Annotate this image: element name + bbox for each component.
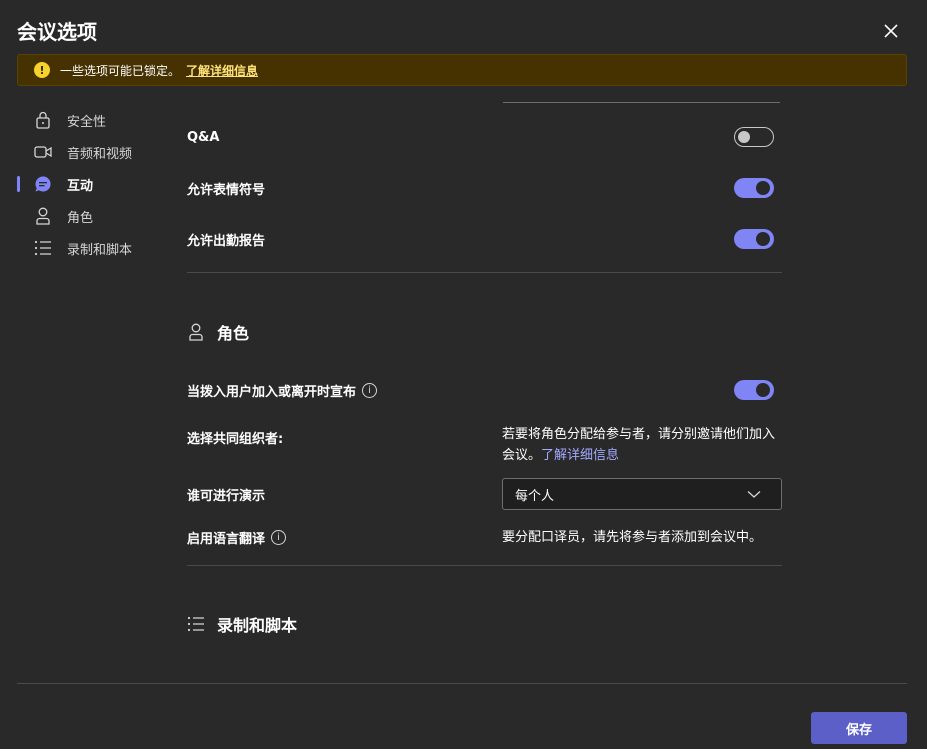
recording-section-heading: 录制和脚本	[187, 612, 297, 636]
sidebar-item-label: 安全性	[67, 114, 107, 130]
sidebar-item-label: 角色	[67, 210, 94, 226]
warning-icon: !	[34, 62, 50, 78]
translation-label: 启用语言翻译	[187, 531, 266, 547]
toggle-knob	[738, 131, 750, 143]
reactions-toggle[interactable]	[734, 178, 774, 198]
learn-more-link[interactable]: 了解详细信息	[186, 62, 258, 79]
sidebar-item-recording[interactable]: 录制和脚本	[17, 232, 167, 264]
toggle-knob	[756, 181, 770, 195]
qa-toggle[interactable]	[734, 127, 774, 147]
reactions-row: 允许表情符号	[187, 177, 782, 199]
translation-help-text: 要分配口译员，请先将参与者添加到会议中。	[502, 530, 763, 545]
list-icon	[34, 239, 52, 257]
scrolled-field-border	[503, 102, 780, 103]
attendance-label: 允许出勤报告	[187, 233, 266, 249]
announce-label: 当拨入用户加入或离开时宣布	[187, 384, 357, 400]
toggle-knob	[756, 383, 770, 397]
sidebar-item-label: 音频和视频	[67, 146, 133, 162]
announce-row: 当拨入用户加入或离开时宣布 i	[187, 379, 782, 401]
reactions-label: 允许表情符号	[187, 182, 266, 198]
list-icon	[187, 615, 205, 633]
active-indicator	[17, 176, 20, 192]
coorganizer-label: 选择共同组织者:	[187, 431, 284, 447]
close-button[interactable]	[878, 18, 904, 44]
presenter-label: 谁可进行演示	[187, 488, 266, 504]
announce-toggle[interactable]	[734, 380, 774, 400]
info-icon[interactable]: i	[362, 382, 378, 398]
lock-icon	[34, 111, 52, 129]
sidebar: 安全性 音频和视频 互动 角色 录制和脚本	[17, 104, 167, 264]
sidebar-item-roles[interactable]: 角色	[17, 200, 167, 232]
qa-row: Q&A	[187, 126, 782, 148]
toggle-knob	[756, 232, 770, 246]
sidebar-item-security[interactable]: 安全性	[17, 104, 167, 136]
section-divider	[187, 565, 782, 566]
sidebar-item-audio-video[interactable]: 音频和视频	[17, 136, 167, 168]
section-divider	[187, 272, 782, 273]
dialog-title: 会议选项	[17, 20, 97, 44]
coorganizer-learn-more-link[interactable]: 了解详细信息	[541, 448, 619, 463]
footer-divider	[17, 683, 907, 684]
save-button[interactable]: 保存	[811, 712, 907, 744]
locked-options-banner: ! 一些选项可能已锁定。 了解详细信息	[17, 54, 907, 86]
recording-heading-text: 录制和脚本	[217, 616, 298, 635]
chevron-down-icon	[747, 491, 761, 498]
presenter-select[interactable]: 每个人	[502, 478, 782, 510]
info-icon[interactable]: i	[271, 529, 287, 545]
sidebar-item-label: 录制和脚本	[67, 242, 133, 258]
person-icon	[34, 207, 52, 225]
qa-label: Q&A	[187, 129, 220, 145]
attendance-row: 允许出勤报告	[187, 228, 782, 250]
chat-icon	[34, 175, 52, 193]
roles-section-heading: 角色	[187, 320, 249, 344]
roles-heading-text: 角色	[217, 324, 250, 343]
video-icon	[34, 143, 52, 161]
sidebar-item-interaction[interactable]: 互动	[17, 168, 167, 200]
sidebar-item-label: 互动	[67, 178, 94, 194]
banner-text: 一些选项可能已锁定。	[60, 63, 181, 78]
close-icon[interactable]	[883, 23, 899, 39]
presenter-select-value: 每个人	[515, 488, 555, 504]
attendance-toggle[interactable]	[734, 229, 774, 249]
person-icon	[187, 323, 205, 341]
coorganizer-help: 若要将角色分配给参与者，请分别邀请他们加入会议。了解详细信息	[502, 424, 787, 466]
translation-help: 要分配口译员，请先将参与者添加到会议中。	[502, 527, 787, 548]
